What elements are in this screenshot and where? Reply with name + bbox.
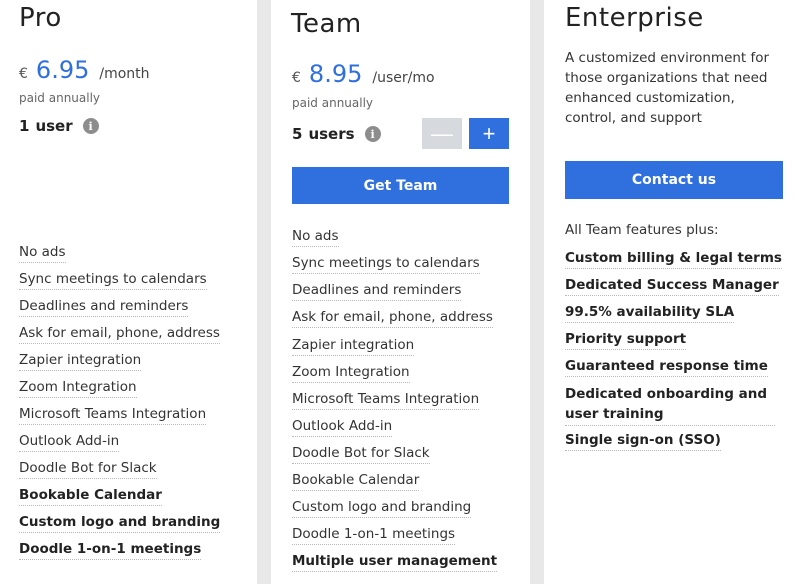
feature-item[interactable]: Zoom Integration [292, 363, 410, 383]
feature-item[interactable]: Zapier integration [292, 336, 415, 356]
feature-item[interactable]: Sync meetings to calendars [292, 254, 480, 274]
plan-card-pro: Pro € 6.95 /month paid annually 1 user i… [0, 0, 257, 584]
plan-card-team: Team € 8.95 /user/mo paid annually 5 use… [271, 0, 530, 584]
feature-item[interactable]: Ask for email, phone, address [19, 324, 220, 344]
price-period: /month [99, 66, 150, 82]
feature-item[interactable]: Bookable Calendar [19, 486, 162, 506]
feature-item[interactable]: Microsoft Teams Integration [19, 405, 207, 425]
feature-item[interactable]: Guaranteed response time [565, 357, 768, 377]
feature-item[interactable]: No ads [19, 243, 66, 263]
feature-item[interactable]: 99.5% availability SLA [565, 303, 735, 323]
feature-item[interactable]: Doodle 1-on-1 meetings [19, 540, 202, 560]
user-count: 5 users i [292, 125, 381, 143]
features-lead: All Team features plus: [565, 222, 719, 238]
feature-item[interactable]: Priority support [565, 330, 687, 350]
billing-note: paid annually [292, 96, 374, 110]
feature-item[interactable]: Custom logo and branding [19, 513, 221, 533]
feature-item[interactable]: No ads [292, 227, 339, 247]
feature-item[interactable]: Doodle Bot for Slack [292, 444, 430, 464]
user-count-value: 1 [19, 117, 30, 135]
plan-card-enterprise: Enterprise A customized environment for … [544, 0, 800, 584]
user-count-label: user [35, 117, 73, 135]
feature-item[interactable]: Bookable Calendar [292, 471, 420, 491]
feature-item[interactable]: Zoom Integration [19, 378, 137, 398]
price-amount: 6.95 [35, 56, 90, 84]
feature-item[interactable]: Single sign-on (SSO) [565, 431, 721, 451]
billing-note: paid annually [19, 91, 101, 105]
feature-item[interactable]: Microsoft Teams Integration [292, 390, 480, 410]
contact-us-button[interactable]: Contact us [565, 161, 783, 199]
plan-description: A customized environment for those organ… [565, 50, 770, 126]
info-icon[interactable]: i [364, 126, 381, 142]
price: € 8.95 /user/mo [292, 60, 435, 88]
feature-item[interactable]: Dedicated onboarding and user training [565, 384, 775, 426]
feature-item[interactable]: Doodle 1-on-1 meetings [292, 525, 456, 545]
info-icon[interactable]: i [82, 118, 99, 134]
currency: € [19, 66, 28, 82]
feature-item[interactable]: Sync meetings to calendars [19, 270, 207, 290]
feature-item[interactable]: Dedicated Success Manager [565, 276, 779, 296]
user-count-value: 5 [292, 125, 303, 143]
feature-item[interactable]: Custom logo and branding [292, 498, 472, 518]
user-count: 1 user i [19, 117, 99, 135]
get-team-button[interactable]: Get Team [292, 167, 509, 204]
plan-title: Team [291, 9, 362, 39]
feature-item[interactable]: Outlook Add-in [19, 432, 120, 452]
feature-item[interactable]: Outlook Add-in [292, 417, 393, 437]
user-count-label: users [308, 125, 355, 143]
plan-title: Pro [19, 3, 62, 33]
currency: € [292, 70, 301, 86]
plan-title: Enterprise [565, 3, 704, 33]
price-amount: 8.95 [308, 60, 363, 88]
price-period: /user/mo [372, 70, 435, 86]
increase-users-button[interactable]: + [469, 118, 509, 149]
feature-item[interactable]: Multiple user management [292, 552, 498, 572]
price: € 6.95 /month [19, 56, 150, 84]
feature-item[interactable]: Zapier integration [19, 351, 142, 371]
feature-item[interactable]: Deadlines and reminders [19, 297, 189, 317]
feature-item[interactable]: Ask for email, phone, address [292, 308, 493, 328]
feature-item[interactable]: Deadlines and reminders [292, 281, 462, 301]
feature-item[interactable]: Custom billing & legal terms [565, 249, 782, 269]
feature-item[interactable]: Doodle Bot for Slack [19, 459, 157, 479]
decrease-users-button[interactable]: — [422, 118, 462, 149]
